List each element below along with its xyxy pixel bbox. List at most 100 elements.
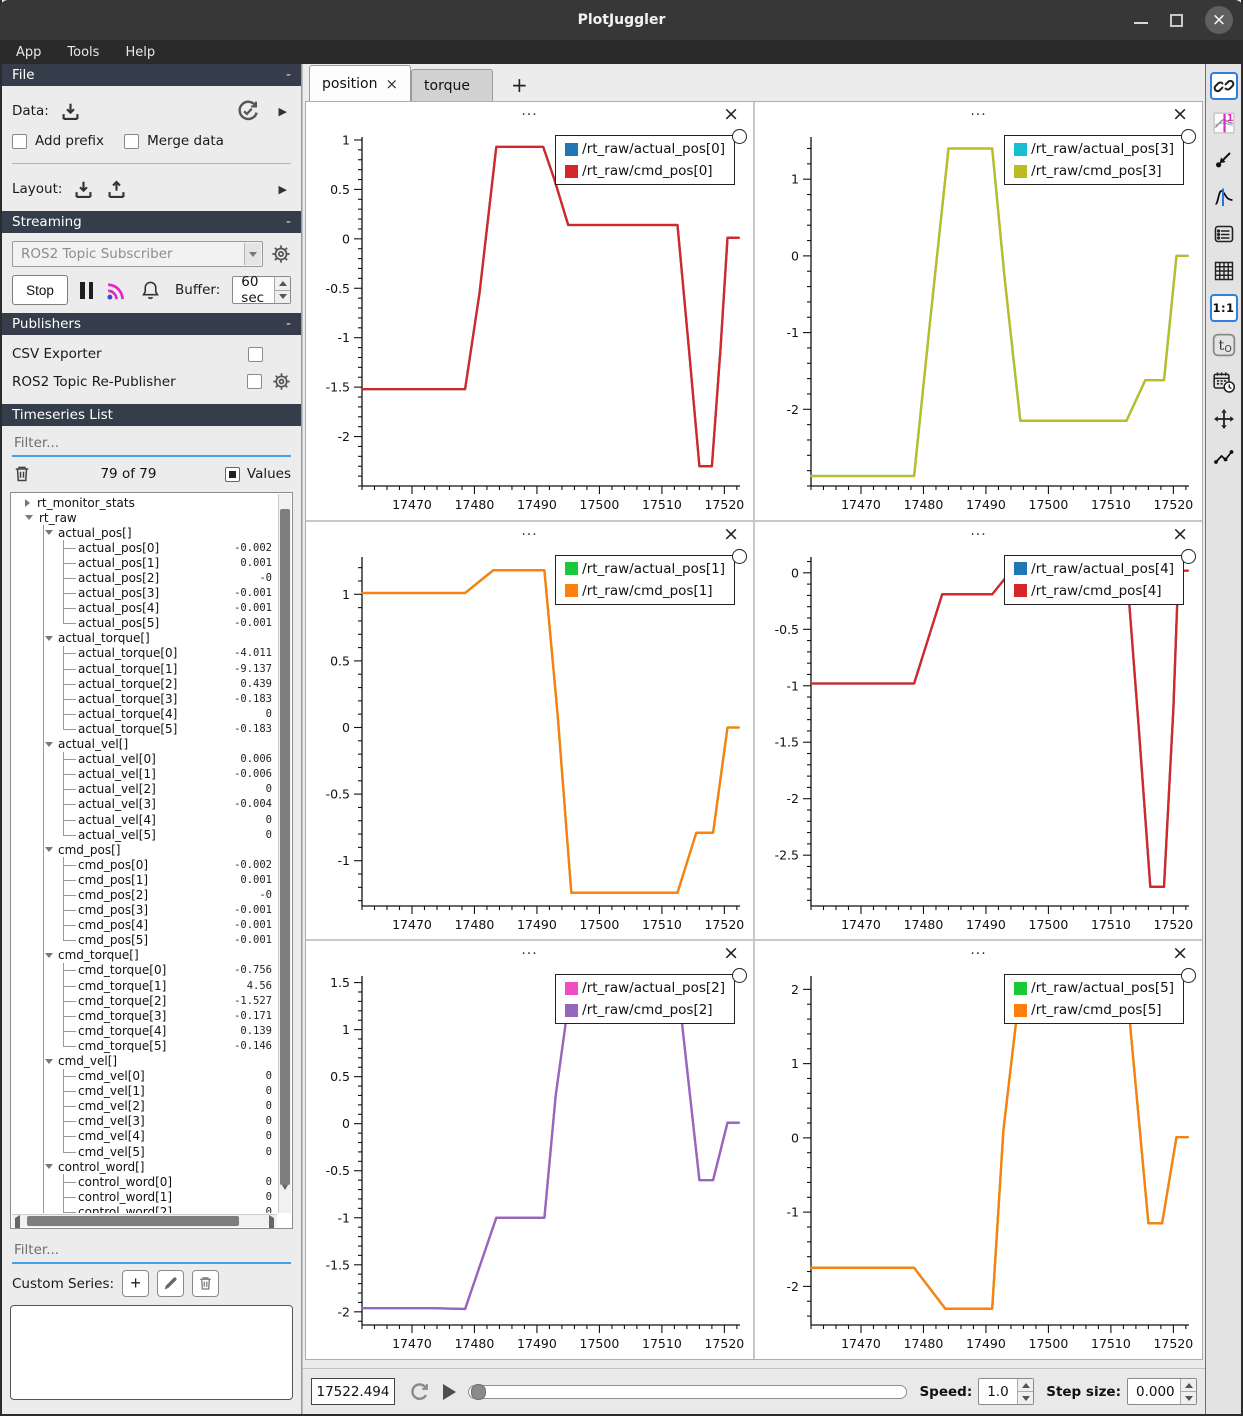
plot-menu-icon[interactable]: ...	[521, 523, 537, 539]
plot-close-icon[interactable]: ×	[1172, 525, 1188, 544]
tree-item[interactable]: actual_torque[3]-0.183	[12, 691, 276, 706]
legend-entry[interactable]: /rt_raw/cmd_pos[0]	[565, 163, 725, 179]
menu-app[interactable]: App	[16, 45, 41, 60]
tree-item[interactable]: actual_pos[0]-0.002	[12, 540, 276, 555]
collapse-icon[interactable]	[45, 847, 53, 852]
tab-close-icon[interactable]: ×	[385, 75, 398, 93]
delete-custom-series-button[interactable]	[192, 1270, 219, 1297]
current-time-field[interactable]: 17522.494	[311, 1378, 395, 1405]
streaming-section-header[interactable]: Streaming -	[2, 211, 301, 233]
plot-menu-icon[interactable]: ...	[521, 103, 537, 119]
tree-group[interactable]: rt_raw	[12, 510, 276, 525]
tree-item[interactable]: actual_torque[0]-4.011	[12, 646, 276, 661]
tree-item[interactable]: actual_vel[5]0	[12, 827, 276, 842]
plot-legend[interactable]: /rt_raw/actual_pos[0] /rt_raw/cmd_pos[0]	[555, 135, 735, 185]
tree-group[interactable]: actual_torque[]	[12, 631, 276, 646]
time-offset-icon[interactable]: tO	[1210, 331, 1238, 359]
collapse-icon[interactable]	[45, 742, 53, 747]
plot-menu-icon[interactable]: ...	[970, 942, 986, 958]
layout-menu-arrow-icon[interactable]: ▶	[279, 183, 287, 196]
tree-group[interactable]: cmd_torque[]	[12, 948, 276, 963]
timeline-slider[interactable]	[468, 1385, 907, 1399]
tree-group[interactable]: actual_vel[]	[12, 737, 276, 752]
tree-item[interactable]: cmd_pos[1]0.001	[12, 872, 276, 887]
collapse-icon[interactable]	[45, 1164, 53, 1169]
collapse-icon[interactable]	[45, 636, 53, 641]
load-layout-icon[interactable]	[72, 178, 95, 201]
loop-icon[interactable]	[407, 1380, 431, 1404]
add-prefix-checkbox[interactable]	[12, 134, 27, 149]
stop-button[interactable]: Stop	[12, 275, 68, 305]
tree-vertical-scrollbar[interactable]	[278, 494, 291, 1213]
link-icon[interactable]	[1210, 72, 1238, 100]
legend-entry[interactable]: /rt_raw/actual_pos[3]	[1014, 141, 1174, 157]
notifications-bell-icon[interactable]	[140, 280, 161, 301]
tree-item[interactable]: cmd_torque[3]-0.171	[12, 1008, 276, 1023]
tree-item[interactable]: actual_vel[1]-0.006	[12, 767, 276, 782]
menu-tools[interactable]: Tools	[67, 45, 99, 60]
tree-item[interactable]: cmd_torque[4]0.139	[12, 1023, 276, 1038]
tree-item[interactable]: actual_pos[2]-0	[12, 570, 276, 585]
plot-menu-icon[interactable]: ...	[521, 942, 537, 958]
tree-item[interactable]: control_word[1]0	[12, 1189, 276, 1204]
plot-close-icon[interactable]: ×	[723, 944, 739, 963]
tree-item[interactable]: cmd_vel[1]0	[12, 1084, 276, 1099]
publishers-section-header[interactable]: Publishers -	[2, 313, 301, 335]
menu-help[interactable]: Help	[125, 45, 155, 60]
collapse-icon[interactable]	[25, 515, 33, 520]
speed-spinbox[interactable]: 1.0	[978, 1378, 1034, 1405]
plot-close-icon[interactable]: ×	[1172, 105, 1188, 124]
plot-canvas[interactable]: 174701748017490175001751017520-2-1.5-1-0…	[306, 967, 753, 1359]
plot-handle-circle[interactable]	[732, 129, 747, 144]
legend-entry[interactable]: /rt_raw/actual_pos[1]	[565, 561, 725, 577]
tree-item[interactable]: cmd_pos[2]-0	[12, 887, 276, 902]
collapse-icon[interactable]: -	[286, 316, 291, 332]
streaming-source-select[interactable]: ROS2 Topic Subscriber	[12, 241, 263, 267]
slider-handle[interactable]	[471, 1384, 486, 1400]
expand-icon[interactable]	[25, 499, 30, 507]
save-layout-icon[interactable]	[105, 178, 128, 201]
spin-down-icon[interactable]	[275, 291, 290, 304]
legend-entry[interactable]: /rt_raw/cmd_pos[4]	[1014, 583, 1174, 599]
custom-series-filter-input[interactable]: Filter...	[12, 1239, 291, 1264]
legend-entry[interactable]: /rt_raw/actual_pos[0]	[565, 141, 725, 157]
close-icon[interactable]: ×	[1205, 6, 1233, 34]
plot-pos4[interactable]: ...×/rt_raw/actual_pos[4]/rt_raw/cmd_pos…	[755, 522, 1202, 940]
load-data-icon[interactable]	[59, 100, 82, 123]
spin-up-icon[interactable]	[1181, 1379, 1196, 1392]
legend-entry[interactable]: /rt_raw/cmd_pos[3]	[1014, 163, 1174, 179]
tree-item[interactable]: actual_vel[2]0	[12, 782, 276, 797]
plot-canvas[interactable]: 174701748017490175001751017520-1-0.500.5…	[306, 548, 753, 940]
plot-canvas[interactable]: 174701748017490175001751017520-2.5-2-1.5…	[755, 548, 1202, 940]
tree-group[interactable]: cmd_pos[]	[12, 842, 276, 857]
plot-pos1[interactable]: ...×/rt_raw/actual_pos[1]/rt_raw/cmd_pos…	[306, 522, 753, 940]
collapse-icon[interactable]	[45, 953, 53, 958]
tree-item[interactable]: cmd_vel[4]0	[12, 1129, 276, 1144]
tree-item[interactable]: cmd_vel[5]0	[12, 1144, 276, 1159]
legend-entry[interactable]: /rt_raw/cmd_pos[5]	[1014, 1002, 1174, 1018]
tree-item[interactable]: actual_pos[3]-0.001	[12, 586, 276, 601]
date-time-icon[interactable]	[1210, 368, 1238, 396]
tree-item[interactable]: cmd_vel[2]0	[12, 1099, 276, 1114]
move-icon[interactable]	[1210, 405, 1238, 433]
republisher-gear-icon[interactable]	[272, 372, 291, 391]
ratio-1-1-icon[interactable]: 1:1	[1210, 294, 1238, 322]
plot-pos2[interactable]: ... × /rt_raw/actual_pos[2] /rt_raw/cmd_pos…	[306, 941, 753, 1359]
legend-entry[interactable]: /rt_raw/actual_pos[4]	[1014, 561, 1174, 577]
custom-series-list[interactable]	[10, 1305, 293, 1400]
tree-group[interactable]: control_word[]	[12, 1159, 276, 1174]
tree-item[interactable]: actual_torque[2]0.439	[12, 676, 276, 691]
buffer-spinbox[interactable]: 60 sec	[232, 276, 291, 304]
legend-entry[interactable]: /rt_raw/cmd_pos[2]	[565, 1002, 725, 1018]
tree-item[interactable]: cmd_pos[0]-0.002	[12, 857, 276, 872]
spin-up-icon[interactable]	[1018, 1379, 1033, 1392]
plot-pos5[interactable]: ...×/rt_raw/actual_pos[5]/rt_raw/cmd_pos…	[755, 941, 1202, 1359]
tree-group[interactable]: rt_monitor_stats	[12, 495, 276, 510]
legend-entry[interactable]: /rt_raw/actual_pos[2]	[565, 980, 725, 996]
tree-item[interactable]: actual_pos[1]0.001	[12, 555, 276, 570]
fft-icon[interactable]	[1210, 183, 1238, 211]
scrollbar-thumb[interactable]	[280, 509, 290, 1185]
streaming-settings-gear-icon[interactable]	[271, 244, 291, 264]
step-size-spinbox[interactable]: 0.000	[1127, 1378, 1197, 1405]
tracker-icon[interactable]: 1	[1210, 109, 1238, 137]
